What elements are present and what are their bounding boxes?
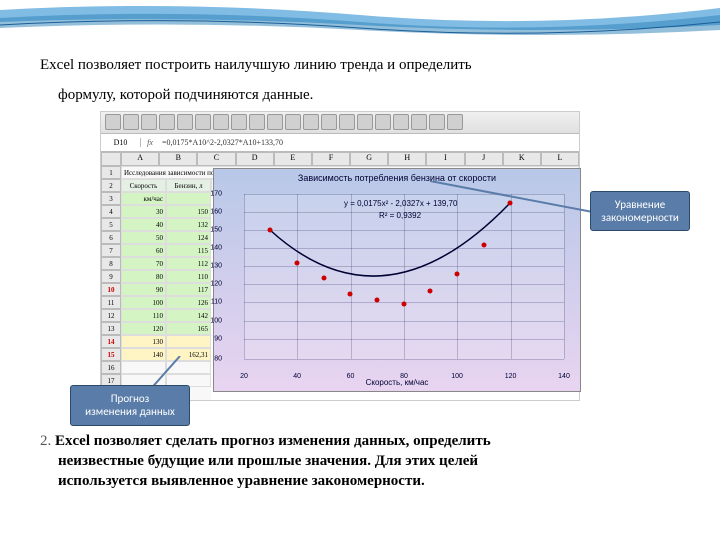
paragraph1-line2: формулу, которой подчиняются данные. (40, 85, 680, 105)
column-headers: ABCDEFGHIJKL (101, 152, 579, 166)
paragraph2-line2: неизвестные будущие или прошлые значения… (40, 451, 680, 471)
paragraph2-line3: используется выявленное уравнение законо… (40, 471, 680, 491)
formula-bar: D10 fx =0,0175*A10^2-2,0327*A10+133,70 (101, 134, 579, 152)
formula-value: =0,0175*A10^2-2,0327*A10+133,70 (159, 138, 579, 147)
r-squared: R² = 0,9392 (379, 211, 421, 220)
excel-toolbar (101, 112, 579, 134)
paragraph2: 2. Excel позволяет сделать прогноз измен… (40, 431, 680, 451)
trend-equation: y = 0,0175x² - 2,0327x + 139,70 (344, 199, 457, 208)
decorative-wave (0, 0, 720, 50)
excel-illustration: D10 fx =0,0175*A10^2-2,0327*A10+133,70 A… (70, 111, 680, 421)
x-axis-label: Скорость, км/час (214, 378, 580, 387)
cell-reference: D10 (101, 138, 141, 147)
data-columns: км/час 30150 40132 50124 60115 70112 801… (121, 192, 211, 400)
embedded-chart: Зависимость потребления бензина от скоро… (213, 168, 581, 392)
chart-title: Зависимость потребления бензина от скоро… (214, 169, 580, 187)
callout-forecast: Прогнозизменения данных (70, 385, 190, 425)
fx-label: fx (141, 138, 159, 147)
excel-screenshot: D10 fx =0,0175*A10^2-2,0327*A10+133,70 A… (100, 111, 580, 401)
callout-equation: Уравнениезакономерности (590, 191, 690, 231)
paragraph1-line1: Excel позволяет построить наилучшую лини… (40, 55, 680, 75)
